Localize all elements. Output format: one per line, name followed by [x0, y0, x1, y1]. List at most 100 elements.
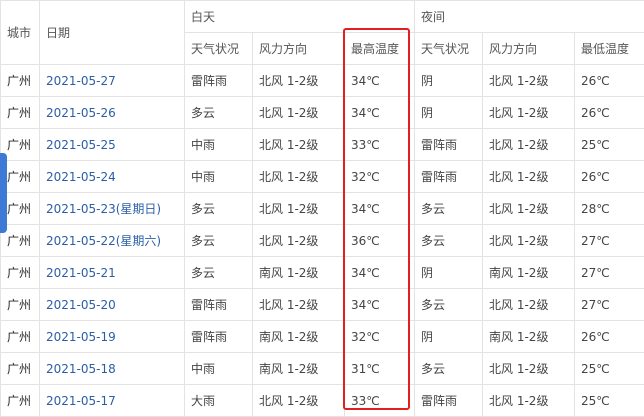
day-wind-cell: 北风 1-2级: [253, 65, 345, 97]
date-link[interactable]: 2021-05-18: [46, 362, 116, 376]
day-weather-cell: 雷阵雨: [185, 65, 253, 97]
low-temp-cell: 25℃: [575, 353, 644, 385]
day-wind-cell: 北风 1-2级: [253, 385, 345, 417]
night-wind-cell: 北风 1-2级: [483, 225, 575, 257]
city-cell: 广州: [1, 65, 40, 97]
day-weather-cell: 多云: [185, 257, 253, 289]
night-wind-cell: 北风 1-2级: [483, 129, 575, 161]
day-wind-cell: 南风 1-2级: [253, 353, 345, 385]
night-wind-cell: 南风 1-2级: [483, 321, 575, 353]
high-temp-cell: 34℃: [345, 257, 415, 289]
day-weather-cell: 多云: [185, 193, 253, 225]
day-wind-cell: 北风 1-2级: [253, 161, 345, 193]
date-cell: 2021-05-26: [40, 97, 185, 129]
day-wind-cell: 南风 1-2级: [253, 321, 345, 353]
day-wind-cell: 北风 1-2级: [253, 193, 345, 225]
day-weather-cell: 雷阵雨: [185, 321, 253, 353]
day-weather-cell: 中雨: [185, 129, 253, 161]
day-weather-cell: 多云: [185, 97, 253, 129]
date-link[interactable]: 2021-05-23(星期日): [46, 202, 161, 216]
date-link[interactable]: 2021-05-19: [46, 330, 116, 344]
night-weather-cell: 阴: [415, 97, 483, 129]
day-weather-cell: 中雨: [185, 161, 253, 193]
night-weather-cell: 雷阵雨: [415, 385, 483, 417]
table-row: 广州 2021-05-18 中雨南风 1-2级31℃多云北风 1-2级25℃: [1, 353, 644, 385]
night-weather-cell: 阴: [415, 321, 483, 353]
date-link[interactable]: 2021-05-26: [46, 106, 116, 120]
day-weather-cell: 多云: [185, 225, 253, 257]
high-temp-cell: 31℃: [345, 353, 415, 385]
city-column-header: 城市: [1, 1, 40, 65]
high-temp-cell: 34℃: [345, 97, 415, 129]
date-cell: 2021-05-27: [40, 65, 185, 97]
date-link[interactable]: 2021-05-27: [46, 74, 116, 88]
date-cell: 2021-05-22(星期六): [40, 225, 185, 257]
city-cell: 广州: [1, 257, 40, 289]
date-link[interactable]: 2021-05-25: [46, 138, 116, 152]
high-temp-cell: 32℃: [345, 321, 415, 353]
low-temp-cell: 26℃: [575, 97, 644, 129]
night-weather-cell: 多云: [415, 289, 483, 321]
table-row: 广州2021-05-23(星期日)多云北风 1-2级34℃多云北风 1-2级28…: [1, 193, 644, 225]
high-temp-cell: 33℃: [345, 129, 415, 161]
date-link[interactable]: 2021-05-17: [46, 394, 116, 408]
day-wind-cell: 南风 1-2级: [253, 257, 345, 289]
night-weather-header: 天气状况: [415, 33, 483, 65]
high-temp-cell: 36℃: [345, 225, 415, 257]
date-link[interactable]: 2021-05-24: [46, 170, 116, 184]
day-wind-cell: 北风 1-2级: [253, 289, 345, 321]
day-weather-cell: 中雨: [185, 353, 253, 385]
day-wind-header: 风力方向: [253, 33, 345, 65]
night-weather-cell: 多云: [415, 193, 483, 225]
table-row: 广州2021-05-27雷阵雨北风 1-2级34℃阴北风 1-2级26℃: [1, 65, 644, 97]
date-cell: 2021-05-23(星期日): [40, 193, 185, 225]
night-wind-cell: 北风 1-2级: [483, 385, 575, 417]
city-cell: 广州: [1, 97, 40, 129]
city-cell: 广州: [1, 385, 40, 417]
low-temp-cell: 25℃: [575, 129, 644, 161]
night-weather-cell: 多云: [415, 225, 483, 257]
low-temp-cell: 25℃: [575, 385, 644, 417]
city-cell: 广州: [1, 353, 40, 385]
date-cell: 2021-05-20: [40, 289, 185, 321]
night-wind-cell: 北风 1-2级: [483, 289, 575, 321]
night-wind-cell: 南风 1-2级: [483, 257, 575, 289]
day-wind-cell: 北风 1-2级: [253, 225, 345, 257]
low-temp-cell: 26℃: [575, 65, 644, 97]
date-link[interactable]: 2021-05-21: [46, 266, 116, 280]
high-temp-cell: 32℃: [345, 161, 415, 193]
night-weather-cell: 多云: [415, 353, 483, 385]
night-weather-cell: 阴: [415, 65, 483, 97]
city-cell: 广州: [1, 321, 40, 353]
city-cell: 广州: [1, 289, 40, 321]
low-temp-cell: 28℃: [575, 193, 644, 225]
high-temp-cell: 34℃: [345, 289, 415, 321]
day-weather-cell: 大雨: [185, 385, 253, 417]
day-wind-cell: 北风 1-2级: [253, 129, 345, 161]
low-temp-cell: 26℃: [575, 321, 644, 353]
table-row: 广州2021-05-26多云北风 1-2级34℃阴北风 1-2级26℃: [1, 97, 644, 129]
low-temp-cell: 27℃: [575, 289, 644, 321]
date-link[interactable]: 2021-05-20: [46, 298, 116, 312]
night-wind-cell: 北风 1-2级: [483, 353, 575, 385]
night-wind-header: 风力方向: [483, 33, 575, 65]
date-column-header: 日期: [40, 1, 185, 65]
night-wind-cell: 北风 1-2级: [483, 97, 575, 129]
weather-rows: 广州2021-05-27雷阵雨北风 1-2级34℃阴北风 1-2级26℃广州20…: [1, 65, 644, 417]
side-float-tab[interactable]: [0, 153, 7, 233]
date-cell: 2021-05-24: [40, 161, 185, 193]
table-row: 广州2021-05-20雷阵雨北风 1-2级34℃多云北风 1-2级27℃: [1, 289, 644, 321]
day-weather-cell: 雷阵雨: [185, 289, 253, 321]
night-weather-cell: 雷阵雨: [415, 161, 483, 193]
date-cell: 2021-05-19: [40, 321, 185, 353]
date-link[interactable]: 2021-05-22(星期六): [46, 234, 161, 248]
nighttime-group-header: 夜间: [415, 1, 644, 33]
date-cell: 2021-05-18: [40, 353, 185, 385]
table-row: 广州2021-05-17大雨北风 1-2级33℃雷阵雨北风 1-2级25℃: [1, 385, 644, 417]
night-low-temp-header: 最低温度: [575, 33, 644, 65]
high-temp-cell: 33℃: [345, 385, 415, 417]
low-temp-cell: 27℃: [575, 257, 644, 289]
date-cell: 2021-05-25: [40, 129, 185, 161]
day-high-temp-header: 最高温度: [345, 33, 415, 65]
night-weather-cell: 雷阵雨: [415, 129, 483, 161]
